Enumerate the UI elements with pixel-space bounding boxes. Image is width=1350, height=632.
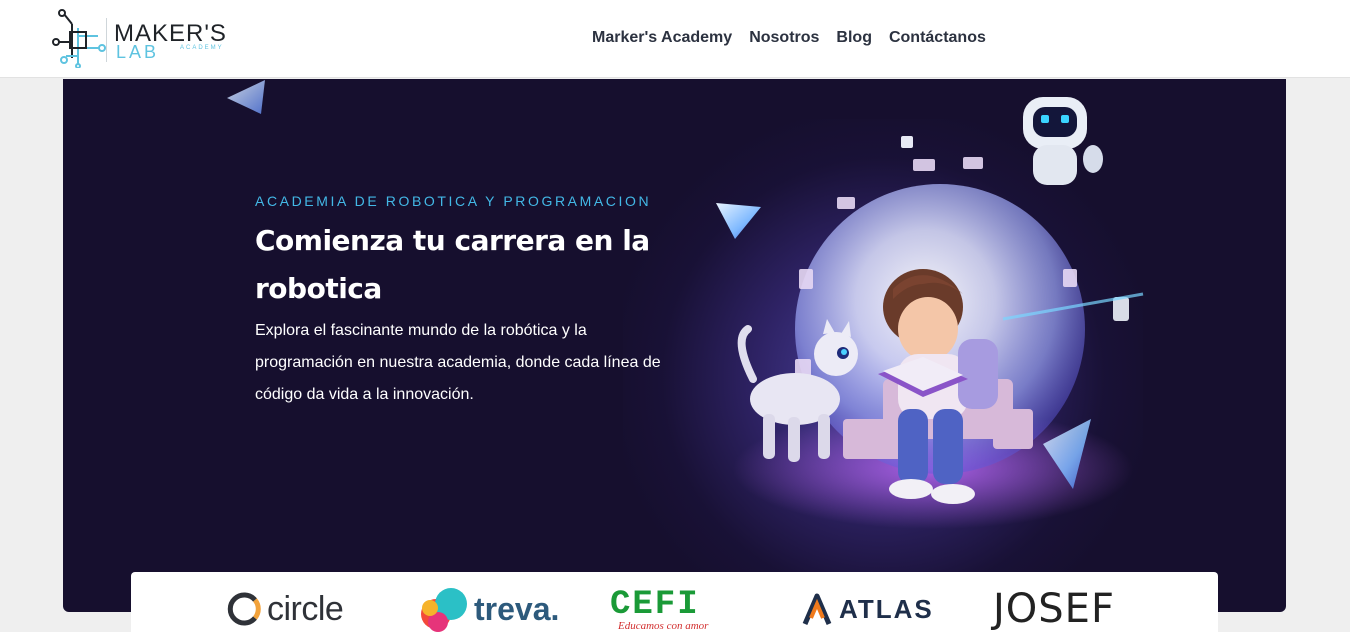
partner-josef[interactable]: JOSEF: [993, 586, 1115, 632]
partner-circle-name: circle: [267, 589, 344, 628]
partner-treva[interactable]: treva.: [418, 586, 559, 632]
crystal-decoration-icon: [227, 80, 265, 114]
partners-strip: circle treva. CEFI Educamos con amor ATL…: [131, 572, 1218, 632]
circuit-logo-icon: [52, 9, 106, 68]
boy-reading-with-robots-illustration: [716, 97, 1144, 529]
nav-link-nosotros[interactable]: Nosotros: [749, 29, 819, 47]
partner-josef-name: JOSEF: [993, 586, 1115, 632]
partner-treva-name: treva.: [474, 590, 560, 627]
partner-circle[interactable]: circle: [227, 586, 344, 632]
logo-text-academy: ACADEMY: [180, 45, 224, 51]
hero-title: Comienza tu carrera en la robotica: [255, 224, 650, 305]
partner-cefi[interactable]: CEFI Educamos con amor: [610, 586, 740, 632]
hero-description: Explora el fascinante mundo de la robóti…: [255, 322, 661, 403]
atlas-logo-icon: [802, 593, 832, 625]
nav-link-contactanos[interactable]: Contáctanos: [889, 29, 986, 47]
partner-atlas[interactable]: ATLAS: [801, 586, 934, 632]
hero-eyebrow: ACADEMIA DE ROBOTICA Y PROGRAMACION: [255, 193, 652, 209]
hero-banner: ACADEMIA DE ROBOTICA Y PROGRAMACION Comi…: [63, 79, 1286, 612]
cefi-logo: CEFI Educamos con amor: [610, 586, 740, 632]
partner-atlas-name: ATLAS: [839, 593, 934, 624]
logo-divider: [106, 18, 107, 62]
nav-link-blog[interactable]: Blog: [836, 29, 872, 47]
treva-logo-icon: [421, 588, 467, 632]
nav-link-markers-academy[interactable]: Marker's Academy: [592, 29, 732, 47]
circle-logo-icon: [227, 592, 261, 626]
site-header: MAKER'S LAB ACADEMY Marker's Academy Nos…: [0, 0, 1350, 78]
partner-cefi-tagline: Educamos con amor: [618, 620, 709, 632]
logo-text-lab: LAB: [116, 42, 160, 62]
partner-cefi-name: CEFI: [610, 586, 700, 624]
main-nav: Marker's Academy Nosotros Blog Contáctan…: [592, 29, 986, 47]
makers-lab-logo[interactable]: MAKER'S LAB ACADEMY: [50, 8, 265, 68]
